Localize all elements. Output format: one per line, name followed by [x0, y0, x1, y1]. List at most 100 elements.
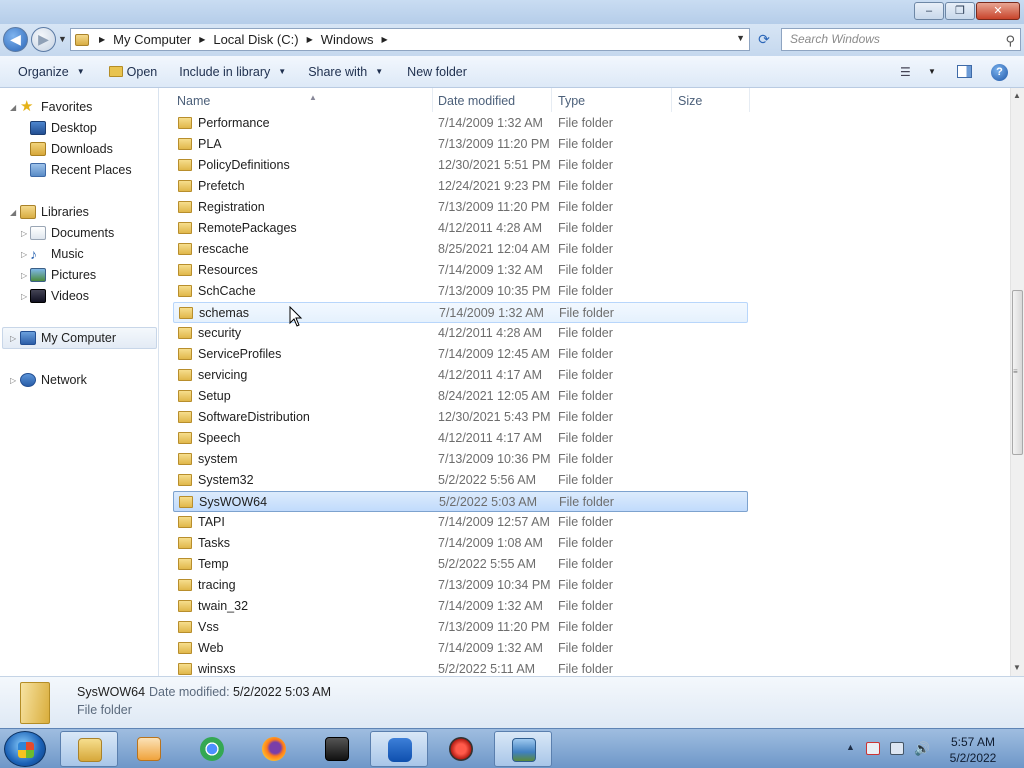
search-input[interactable]: Search Windows ⚲	[781, 28, 1021, 51]
file-row[interactable]: Registration 7/13/2009 11:20 PM File folde…	[173, 197, 748, 218]
file-row[interactable]: twain_32 7/14/2009 1:32 AM File folder	[173, 596, 748, 617]
file-row[interactable]: tracing 7/13/2009 10:34 PM File folder	[173, 575, 748, 596]
expand-arrow-icon[interactable]: ▷	[10, 376, 16, 385]
file-row[interactable]: TAPI 7/14/2009 12:57 AM File folder	[173, 512, 748, 533]
nav-item-network[interactable]: Network	[20, 370, 87, 390]
breadcrumb-separator[interactable]: ▶	[307, 35, 313, 44]
file-row[interactable]: PolicyDefinitions 12/30/2021 5:51 PM File …	[173, 155, 748, 176]
recent-pages-dropdown[interactable]: ▼	[58, 34, 67, 44]
file-row[interactable]: RemotePackages 4/12/2011 4:28 AM File fold…	[173, 218, 748, 239]
new-folder-button[interactable]: New folder	[399, 65, 475, 79]
nav-item-libraries[interactable]: Libraries	[20, 202, 89, 222]
collapse-arrow-icon[interactable]: ◢	[10, 208, 16, 217]
taskbar-file-explorer[interactable]	[60, 731, 118, 767]
expand-arrow-icon[interactable]: ▷	[10, 334, 16, 343]
file-row[interactable]: SysWOW64 5/2/2022 5:03 AM File folder	[173, 491, 748, 512]
column-header-name[interactable]: Name ▲	[171, 88, 433, 112]
breadcrumb-separator[interactable]: ▶	[199, 35, 205, 44]
taskbar-malwarebytes[interactable]	[370, 731, 428, 767]
taskbar-mpc-be[interactable]	[308, 731, 366, 767]
nav-item-favorites[interactable]: ★ Favorites	[20, 97, 92, 117]
system-clock[interactable]: 5:57 AM 5/2/2022	[944, 734, 1002, 766]
nav-item-desktop[interactable]: Desktop	[30, 118, 97, 138]
expand-arrow-icon[interactable]: ▷	[21, 271, 27, 280]
breadcrumb-my-computer[interactable]: My Computer	[113, 32, 191, 47]
file-row[interactable]: SoftwareDistribution 12/30/2021 5:43 PM Fi…	[173, 407, 748, 428]
address-bar[interactable]: ▶ My Computer ▶ Local Disk (C:) ▶ Window…	[70, 28, 750, 51]
nav-item-music[interactable]: ♪ Music	[30, 244, 84, 264]
taskbar-firefox[interactable]	[245, 731, 303, 767]
file-row[interactable]: Temp 5/2/2022 5:55 AM File folder	[173, 554, 748, 575]
file-row[interactable]: SchCache 7/13/2009 10:35 PM File folder	[173, 281, 748, 302]
taskbar-chrome[interactable]	[183, 731, 241, 767]
include-in-library-button[interactable]: Include in library ▼	[171, 65, 294, 79]
scroll-down-arrow-icon[interactable]: ▼	[1013, 663, 1021, 672]
file-row[interactable]: System32 5/2/2022 5:56 AM File folder	[173, 470, 748, 491]
file-row[interactable]: system 7/13/2009 10:36 PM File folder	[173, 449, 748, 470]
column-header-size[interactable]: Size	[672, 88, 750, 112]
back-button[interactable]: ◀	[3, 27, 28, 52]
network-tray-icon[interactable]	[890, 742, 904, 755]
file-row[interactable]: schemas 7/14/2009 1:32 AM File folder	[173, 302, 748, 323]
expand-arrow-icon[interactable]: ▷	[21, 250, 27, 259]
minimize-button[interactable]: –	[914, 2, 944, 20]
scroll-up-arrow-icon[interactable]: ▲	[1013, 91, 1021, 100]
file-type: File folder	[558, 620, 613, 634]
file-row[interactable]: Speech 4/12/2011 4:17 AM File folder	[173, 428, 748, 449]
share-with-button[interactable]: Share with ▼	[300, 65, 391, 79]
search-icon[interactable]: ⚲	[1005, 30, 1015, 51]
refresh-button[interactable]: ⟳	[752, 28, 776, 51]
address-dropdown[interactable]: ▼	[736, 33, 745, 43]
nav-item-my-computer[interactable]: My Computer	[20, 328, 116, 348]
vertical-scrollbar[interactable]: ▲ ≡ ▼	[1010, 88, 1024, 676]
file-row[interactable]: PLA 7/13/2009 11:20 PM File folder	[173, 134, 748, 155]
file-row[interactable]: servicing 4/12/2011 4:17 AM File folder	[173, 365, 748, 386]
file-row[interactable]: rescache 8/25/2021 12:04 AM File folder	[173, 239, 748, 260]
view-options-dropdown[interactable]: ▼	[928, 67, 936, 76]
file-date-modified: 7/14/2009 12:45 AM	[438, 347, 550, 361]
breadcrumb-separator[interactable]: ▶	[99, 35, 105, 44]
taskbar-media-player[interactable]	[120, 731, 178, 767]
forward-button[interactable]: ▶	[31, 27, 56, 52]
collapse-arrow-icon[interactable]: ◢	[10, 103, 16, 112]
start-button[interactable]	[4, 731, 46, 767]
file-row[interactable]: winsxs 5/2/2022 5:11 AM File folder	[173, 659, 748, 676]
nav-item-downloads[interactable]: Downloads	[30, 139, 113, 159]
breadcrumb-windows[interactable]: Windows	[321, 32, 374, 47]
breadcrumb-separator[interactable]: ▶	[382, 35, 388, 44]
file-row[interactable]: Web 7/14/2009 1:32 AM File folder	[173, 638, 748, 659]
close-button[interactable]: ✕	[976, 2, 1020, 20]
file-row[interactable]: ServiceProfiles 7/14/2009 12:45 AM File fo…	[173, 344, 748, 365]
taskbar-security-app[interactable]	[432, 731, 490, 767]
expand-arrow-icon[interactable]: ▷	[21, 229, 27, 238]
file-row[interactable]: Setup 8/24/2021 12:05 AM File folder	[173, 386, 748, 407]
show-hidden-icons-arrow[interactable]: ▲	[846, 742, 855, 752]
expand-arrow-icon[interactable]: ▷	[21, 292, 27, 301]
help-icon[interactable]: ?	[991, 64, 1008, 81]
change-view-icon[interactable]: ☰	[900, 65, 911, 79]
organize-button[interactable]: Organize ▼	[10, 65, 93, 79]
nav-item-documents[interactable]: Documents	[30, 223, 114, 243]
details-pane: SysWOW64 Date modified: 5/2/2022 5:03 AM…	[0, 676, 1024, 728]
breadcrumb-local-disk[interactable]: Local Disk (C:)	[213, 32, 298, 47]
folder-icon	[178, 180, 192, 192]
file-row[interactable]: Vss 7/13/2009 11:20 PM File folder	[173, 617, 748, 638]
file-row[interactable]: Resources 7/14/2009 1:32 AM File folder	[173, 260, 748, 281]
open-button[interactable]: Open	[101, 65, 166, 79]
file-date-modified: 12/30/2021 5:43 PM	[438, 410, 551, 424]
file-row[interactable]: security 4/12/2011 4:28 AM File folder	[173, 323, 748, 344]
preview-pane-icon[interactable]	[957, 65, 972, 78]
file-row[interactable]: Tasks 7/14/2009 1:08 AM File folder	[173, 533, 748, 554]
file-row[interactable]: Prefetch 12/24/2021 9:23 PM File folder	[173, 176, 748, 197]
maximize-button[interactable]: ❐	[945, 2, 975, 20]
taskbar-photo-viewer[interactable]	[494, 731, 552, 767]
column-header-date[interactable]: Date modified	[432, 88, 552, 112]
volume-icon[interactable]: 🔊	[914, 742, 930, 755]
file-name: PLA	[198, 137, 222, 151]
nav-item-pictures[interactable]: Pictures	[30, 265, 96, 285]
nav-item-videos[interactable]: Videos	[30, 286, 89, 306]
nav-item-recent-places[interactable]: Recent Places	[30, 160, 132, 180]
column-header-type[interactable]: Type	[552, 88, 672, 112]
file-row[interactable]: Performance 7/14/2009 1:32 AM File folder	[173, 113, 748, 134]
action-center-flag-icon[interactable]	[866, 742, 880, 755]
